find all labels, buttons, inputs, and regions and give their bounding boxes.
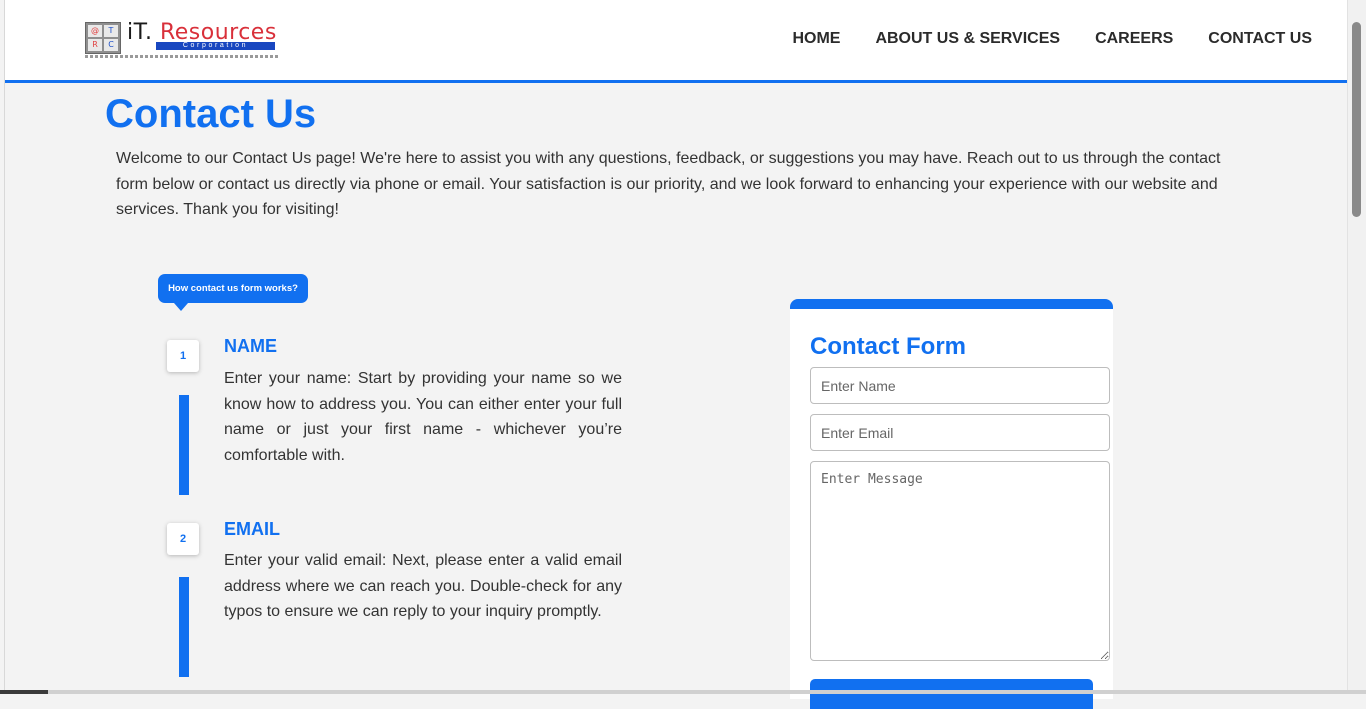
nav-about-services[interactable]: ABOUT US & SERVICES [875,30,1060,48]
step-line-1 [179,395,189,495]
submit-button[interactable] [810,679,1093,709]
step-text-name: Enter your name: Start by providing your… [224,370,622,464]
logo-prefix: iT. [127,20,153,45]
message-textarea[interactable] [810,461,1110,661]
step-heading-name: NAME [224,336,277,356]
logo-subtitle: Corporation [156,42,275,50]
intro-paragraph: Welcome to our Contact Us page! We're he… [116,150,1221,218]
contact-form-card: Contact Form [790,299,1113,709]
logo-tagline [85,55,280,58]
logo-cell: R [88,39,102,51]
logo-mark-icon: @ T R C [85,22,121,54]
contact-form-title: Contact Form [810,333,966,360]
step-number-1: 1 [167,340,199,372]
nav-careers[interactable]: CAREERS [1095,30,1173,48]
name-input[interactable] [810,367,1110,404]
site-header: @ T R C iT. Resources Corporation HOME A… [5,0,1348,83]
scrollbar-thumb[interactable] [1352,22,1361,217]
main-nav: HOME ABOUT US & SERVICES CAREERS CONTACT… [792,30,1312,48]
step-text-email: Enter your valid email: Next, please ent… [224,552,622,620]
nav-home[interactable]: HOME [792,30,840,48]
step-number-2: 2 [167,523,199,555]
step-heading-email: EMAIL [224,519,280,539]
page-scrollbar[interactable] [1347,0,1366,694]
bottom-scroll-indicator [0,690,1366,694]
how-it-works-badge: How contact us form works? [158,274,308,311]
nav-contact-us[interactable]: CONTACT US [1208,30,1312,48]
logo-cell: C [104,39,118,51]
logo-cell: @ [88,25,102,37]
page: @ T R C iT. Resources Corporation HOME A… [4,0,1348,709]
logo-cell: T [104,25,118,37]
page-title: Contact Us [105,92,317,136]
step-line-2 [179,577,189,677]
email-input[interactable] [810,414,1110,451]
company-logo[interactable]: @ T R C iT. Resources Corporation [85,20,280,62]
